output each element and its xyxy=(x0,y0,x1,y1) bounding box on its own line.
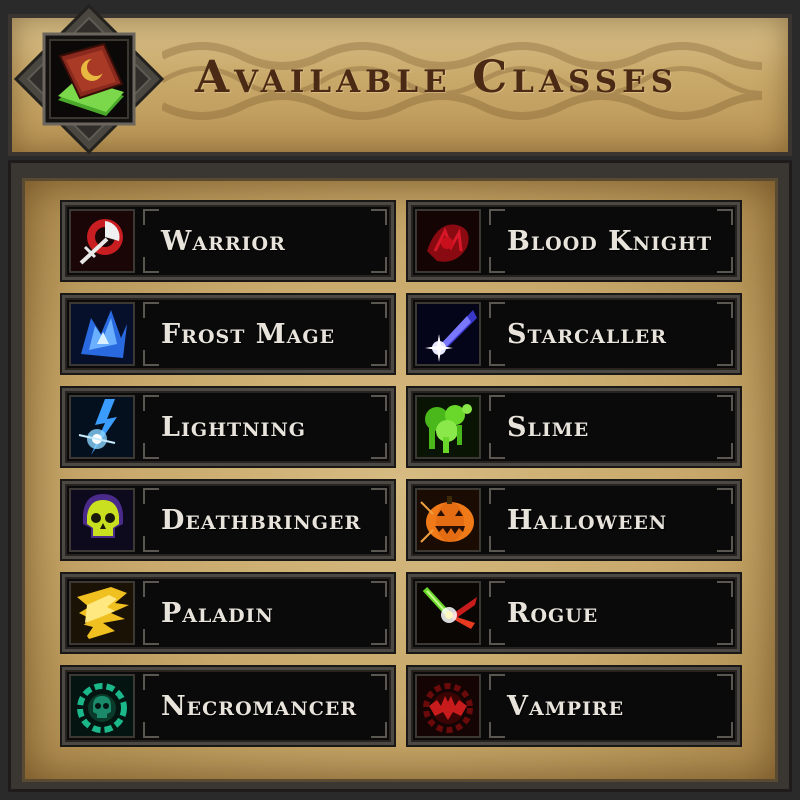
frame-corner xyxy=(143,257,159,273)
class-button-lightning[interactable]: Lightning xyxy=(62,388,394,466)
frame-corner xyxy=(143,488,159,504)
holy-wing-icon xyxy=(69,581,135,645)
frame-corner xyxy=(371,302,387,318)
class-label: Slime xyxy=(507,412,590,443)
class-button-vampire[interactable]: Vampire xyxy=(408,667,740,745)
frame-corner xyxy=(371,209,387,225)
vampire-bat-icon xyxy=(415,674,481,738)
class-button-halloween[interactable]: Halloween xyxy=(408,481,740,559)
frame-corner xyxy=(143,395,159,411)
frame-corner xyxy=(371,488,387,504)
frame-corner xyxy=(143,722,159,738)
class-label: Lightning xyxy=(161,412,307,443)
class-button-paladin[interactable]: Paladin xyxy=(62,574,394,652)
class-label: Paladin xyxy=(161,598,274,629)
frame-corner xyxy=(371,629,387,645)
frame-corner xyxy=(143,350,159,366)
frame-corner xyxy=(143,536,159,552)
falling-star-icon xyxy=(415,302,481,366)
lightning-bolt-icon xyxy=(69,395,135,459)
frame-corner xyxy=(717,722,733,738)
frame-corner xyxy=(717,350,733,366)
dagger-strike-icon xyxy=(415,581,481,645)
frame-corner xyxy=(143,674,159,690)
class-button-rogue[interactable]: Rogue xyxy=(408,574,740,652)
frame-corner xyxy=(371,674,387,690)
slime-splash-icon xyxy=(415,395,481,459)
class-button-necromancer[interactable]: Necromancer xyxy=(62,667,394,745)
class-label: Warrior xyxy=(161,226,286,257)
frame-corner xyxy=(489,302,505,318)
frame-corner xyxy=(489,722,505,738)
frame-corner xyxy=(489,350,505,366)
frame-corner xyxy=(371,536,387,552)
frame-corner xyxy=(489,257,505,273)
frame-corner xyxy=(717,209,733,225)
blood-knight-icon xyxy=(415,209,481,273)
frame-corner xyxy=(371,395,387,411)
class-label: Deathbringer xyxy=(161,505,362,536)
class-label: Blood Knight xyxy=(507,226,713,257)
class-button-blood-knight[interactable]: Blood Knight xyxy=(408,202,740,280)
class-label: Halloween xyxy=(507,505,668,536)
class-label: Rogue xyxy=(507,598,599,629)
page-title: Available Classes xyxy=(195,52,679,103)
frame-corner xyxy=(489,674,505,690)
frame-corner xyxy=(489,581,505,597)
frame-corner xyxy=(489,629,505,645)
frame-corner xyxy=(371,443,387,459)
frame-corner xyxy=(717,536,733,552)
spellbook-icon xyxy=(14,4,164,154)
green-skull-icon xyxy=(69,674,135,738)
frame-corner xyxy=(371,350,387,366)
frame-corner xyxy=(489,209,505,225)
frame-corner xyxy=(143,581,159,597)
frame-corner xyxy=(143,629,159,645)
class-label: Vampire xyxy=(507,691,625,722)
frame-corner xyxy=(371,722,387,738)
frame-corner xyxy=(717,674,733,690)
yellow-skull-icon xyxy=(69,488,135,552)
class-label: Frost Mage xyxy=(161,319,336,350)
frame-corner xyxy=(371,581,387,597)
frame-corner xyxy=(143,443,159,459)
frame-corner xyxy=(489,488,505,504)
frame-corner xyxy=(717,629,733,645)
class-button-warrior[interactable]: Warrior xyxy=(62,202,394,280)
frame-corner xyxy=(143,302,159,318)
class-button-slime[interactable]: Slime xyxy=(408,388,740,466)
frame-corner xyxy=(717,488,733,504)
frame-corner xyxy=(489,395,505,411)
class-label: Necromancer xyxy=(161,691,358,722)
frame-corner xyxy=(717,302,733,318)
frame-corner xyxy=(717,395,733,411)
class-label: Starcaller xyxy=(507,319,667,350)
game-window: Available Classes Warrior Blood Knight F… xyxy=(0,0,800,800)
frame-corner xyxy=(143,209,159,225)
frame-corner xyxy=(717,581,733,597)
frame-corner xyxy=(717,257,733,273)
jack-o-lantern-icon xyxy=(415,488,481,552)
frame-corner xyxy=(717,443,733,459)
class-button-deathbringer[interactable]: Deathbringer xyxy=(62,481,394,559)
class-button-starcaller[interactable]: Starcaller xyxy=(408,295,740,373)
frame-corner xyxy=(371,257,387,273)
frame-corner xyxy=(489,443,505,459)
class-button-frost-mage[interactable]: Frost Mage xyxy=(62,295,394,373)
warrior-axe-icon xyxy=(69,209,135,273)
frost-crystal-icon xyxy=(69,302,135,366)
frame-corner xyxy=(489,536,505,552)
